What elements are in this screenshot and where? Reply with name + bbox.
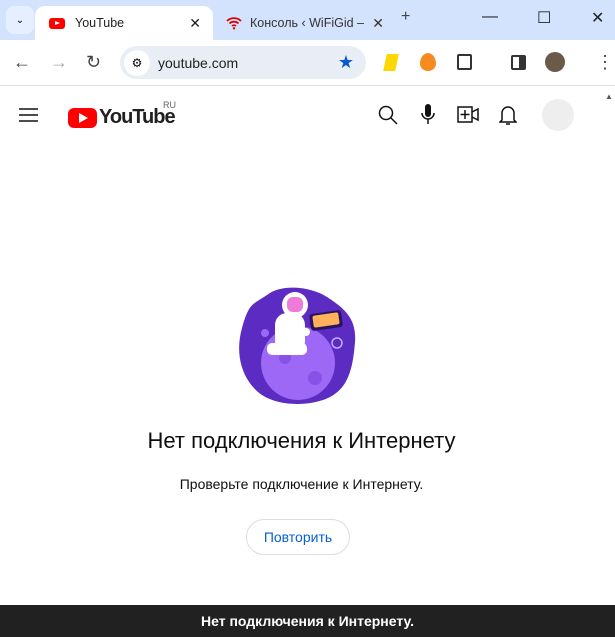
search-icon[interactable] — [378, 105, 398, 125]
title-bar: ⌄ YouTube ✕ Консоль ‹ WiFiGid – ✕ + — ☐ … — [0, 0, 615, 40]
tab-youtube[interactable]: YouTube ✕ — [35, 6, 213, 40]
microphone-icon[interactable] — [421, 104, 435, 126]
hamburger-menu-icon[interactable] — [19, 108, 38, 122]
address-bar[interactable]: ⚙ youtube.com ★ — [120, 46, 366, 79]
chevron-down-icon: ⌄ — [15, 14, 25, 26]
new-tab-button[interactable]: + — [401, 8, 410, 26]
url-text[interactable]: youtube.com — [158, 55, 238, 71]
youtube-play-icon — [68, 107, 97, 128]
youtube-header: YouTube RU — [0, 86, 603, 144]
reload-button[interactable]: ↻ — [86, 52, 101, 73]
offline-title: Нет подключения к Интернету — [147, 428, 456, 453]
extension-fire-icon[interactable] — [420, 53, 436, 71]
scroll-up-arrow-icon[interactable]: ▲ — [605, 92, 613, 101]
tab-wifigid[interactable]: Консоль ‹ WiFiGid – ✕ — [220, 6, 390, 40]
forward-button[interactable]: → — [50, 52, 68, 73]
wifi-icon — [226, 17, 242, 30]
offline-snackbar: Нет подключения к Интернету. — [0, 605, 615, 637]
tab-search-button[interactable]: ⌄ — [6, 6, 34, 34]
side-panel-icon[interactable] — [511, 55, 526, 70]
close-tab-icon[interactable]: ✕ — [189, 15, 201, 32]
close-tab-icon[interactable]: ✕ — [372, 15, 384, 32]
create-video-icon[interactable] — [457, 106, 479, 123]
bookmark-star-icon[interactable]: ★ — [338, 52, 354, 73]
youtube-favicon-icon — [49, 17, 65, 29]
minimize-button[interactable]: — — [482, 8, 498, 26]
extension-yandex-icon[interactable] — [383, 54, 399, 71]
back-button[interactable]: ← — [13, 52, 31, 73]
close-window-button[interactable]: ✕ — [591, 8, 604, 28]
offline-message: Проверьте подключение к Интернету. — [179, 476, 424, 492]
region-code: RU — [163, 100, 176, 110]
extensions-puzzle-icon[interactable] — [457, 54, 472, 70]
tab-title: YouTube — [75, 16, 125, 30]
browser-toolbar: ← → ↻ ⚙ youtube.com ★ ⋮ — [0, 40, 615, 86]
tab-title: Консоль ‹ WiFiGid – — [250, 16, 364, 30]
profile-avatar[interactable] — [545, 52, 565, 72]
scrollbar[interactable]: ▲ — [603, 86, 615, 605]
account-avatar[interactable] — [542, 99, 574, 131]
site-info-icon[interactable]: ⚙ — [124, 49, 150, 76]
youtube-logo[interactable]: YouTube RU — [68, 100, 176, 129]
notifications-bell-icon[interactable] — [499, 104, 517, 126]
browser-menu-icon[interactable]: ⋮ — [596, 52, 614, 73]
maximize-button[interactable]: ☐ — [537, 8, 551, 28]
offline-astronaut-illustration — [239, 287, 356, 404]
retry-button[interactable]: Повторить — [246, 519, 350, 555]
